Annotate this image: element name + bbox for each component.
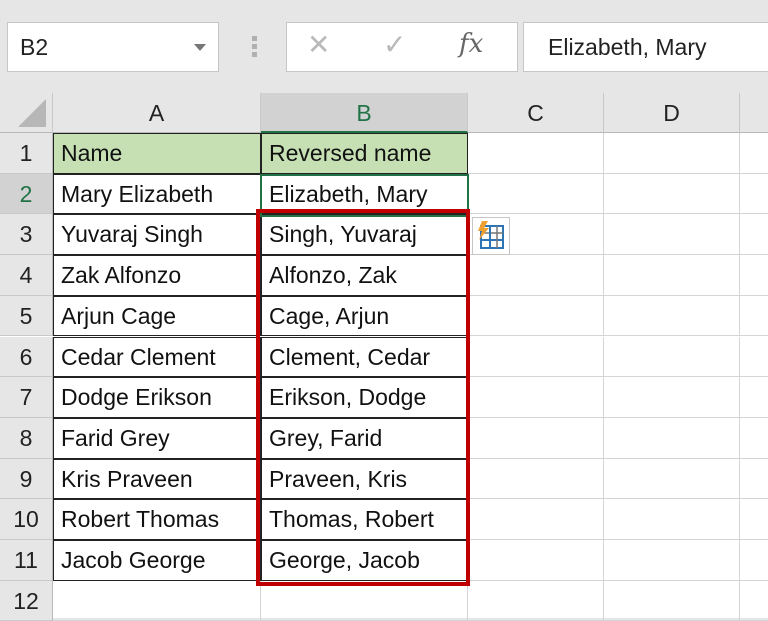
- cell-c2[interactable]: [468, 173, 604, 215]
- column-header-b[interactable]: B: [261, 93, 468, 133]
- select-all-triangle-icon: [18, 99, 46, 127]
- table-header-cell[interactable]: Name: [53, 133, 261, 174]
- cell-e6[interactable]: [740, 337, 768, 378]
- cell-c7[interactable]: [468, 377, 604, 418]
- row-header-2[interactable]: 2: [0, 173, 53, 215]
- cell-e9[interactable]: [740, 459, 768, 500]
- cell-d4[interactable]: [604, 255, 740, 296]
- insert-function-icon[interactable]: fx: [459, 29, 483, 59]
- row-header-1[interactable]: 1: [0, 133, 53, 174]
- cell-e5[interactable]: [740, 296, 768, 337]
- column-header-d[interactable]: D: [604, 93, 740, 133]
- cell-e12[interactable]: [740, 581, 768, 621]
- cell-e4[interactable]: [740, 255, 768, 296]
- cell-d12[interactable]: [604, 580, 740, 621]
- cell-c6[interactable]: [468, 336, 604, 378]
- row-header-5[interactable]: 5: [0, 295, 53, 337]
- column-header-c[interactable]: C: [468, 93, 604, 133]
- select-all-button[interactable]: [0, 93, 53, 133]
- cell-b7[interactable]: Erikson, Dodge: [261, 377, 468, 418]
- row-header-4[interactable]: 4: [0, 255, 53, 296]
- cell-a7[interactable]: Dodge Erikson: [53, 377, 261, 418]
- cell-d7[interactable]: [604, 377, 740, 418]
- row-header-9[interactable]: 9: [0, 458, 53, 500]
- row-header-12[interactable]: 12: [0, 580, 53, 621]
- chevron-down-icon[interactable]: [194, 44, 206, 51]
- cell-a4[interactable]: Zak Alfonzo: [53, 255, 261, 296]
- column-header-a[interactable]: A: [53, 93, 261, 133]
- cell-b2[interactable]: Elizabeth, Mary: [261, 173, 468, 215]
- formula-buttons: ✕ ✓ fx: [286, 22, 518, 72]
- row-header-7[interactable]: 7: [0, 377, 53, 418]
- cell-b10[interactable]: Thomas, Robert: [261, 499, 468, 540]
- row-header-11[interactable]: 11: [0, 540, 53, 581]
- table-header-cell[interactable]: Reversed name: [261, 133, 468, 174]
- cell-b12[interactable]: [261, 580, 468, 621]
- cell-d2[interactable]: [604, 173, 740, 215]
- enter-icon[interactable]: ✓: [383, 28, 406, 61]
- grip-handle-icon[interactable]: [252, 36, 258, 58]
- cell-a9[interactable]: Kris Praveen: [53, 458, 261, 500]
- cell-b4[interactable]: Alfonzo, Zak: [261, 255, 468, 296]
- cell-c10[interactable]: [468, 499, 604, 540]
- flash-fill-options-button[interactable]: [472, 217, 510, 255]
- spreadsheet-grid: A B C D 1 Name Reversed name 2 Mary Elizabeth Eli…: [0, 93, 768, 621]
- cell-b6[interactable]: Clement, Cedar: [261, 336, 468, 378]
- cell-b9[interactable]: Praveen, Kris: [261, 458, 468, 500]
- cell-b5[interactable]: Cage, Arjun: [261, 295, 468, 337]
- cell-d6[interactable]: [604, 336, 740, 378]
- cell-d11[interactable]: [604, 540, 740, 581]
- formula-input[interactable]: Elizabeth, Mary: [523, 22, 768, 72]
- cell-c11[interactable]: [468, 540, 604, 581]
- cell-d1[interactable]: [604, 133, 740, 174]
- cell-a8[interactable]: Farid Grey: [53, 417, 261, 459]
- cell-c8[interactable]: [468, 417, 604, 459]
- cell-c1[interactable]: [468, 133, 604, 174]
- cell-a2[interactable]: Mary Elizabeth: [53, 173, 261, 215]
- name-box[interactable]: B2: [7, 22, 219, 72]
- cell-d8[interactable]: [604, 417, 740, 459]
- cell-e11[interactable]: [740, 540, 768, 581]
- cell-d5[interactable]: [604, 295, 740, 337]
- cell-c9[interactable]: [468, 458, 604, 500]
- cell-d3[interactable]: [604, 214, 740, 256]
- cell-e1[interactable]: [740, 133, 768, 174]
- cell-e3[interactable]: [740, 214, 768, 256]
- cell-d9[interactable]: [604, 458, 740, 500]
- cell-d10[interactable]: [604, 499, 740, 540]
- cell-a10[interactable]: Robert Thomas: [53, 499, 261, 540]
- cell-a3[interactable]: Yuvaraj Singh: [53, 214, 261, 256]
- formula-bar: B2 ✕ ✓ fx Elizabeth, Mary: [0, 0, 768, 93]
- name-box-value: B2: [20, 34, 49, 60]
- cell-c4[interactable]: [468, 255, 604, 296]
- cell-e8[interactable]: [740, 418, 768, 459]
- flash-fill-icon: [478, 221, 504, 249]
- cell-c5[interactable]: [468, 295, 604, 337]
- column-header-e[interactable]: [740, 93, 768, 133]
- row-header-6[interactable]: 6: [0, 336, 53, 378]
- row-header-3[interactable]: 3: [0, 214, 53, 256]
- row-header-10[interactable]: 10: [0, 499, 53, 540]
- cell-a6[interactable]: Cedar Clement: [53, 336, 261, 378]
- cell-e7[interactable]: [740, 377, 768, 418]
- cell-c12[interactable]: [468, 580, 604, 621]
- cell-a12[interactable]: [53, 580, 261, 621]
- formula-value: Elizabeth, Mary: [548, 34, 707, 60]
- cell-b3[interactable]: Singh, Yuvaraj: [261, 214, 468, 256]
- cell-a11[interactable]: Jacob George: [53, 540, 261, 581]
- cell-e2[interactable]: [740, 174, 768, 215]
- cell-a5[interactable]: Arjun Cage: [53, 295, 261, 337]
- cell-b11[interactable]: George, Jacob: [261, 540, 468, 581]
- cancel-icon[interactable]: ✕: [307, 28, 330, 61]
- cell-b8[interactable]: Grey, Farid: [261, 417, 468, 459]
- row-header-8[interactable]: 8: [0, 417, 53, 459]
- cell-e10[interactable]: [740, 499, 768, 540]
